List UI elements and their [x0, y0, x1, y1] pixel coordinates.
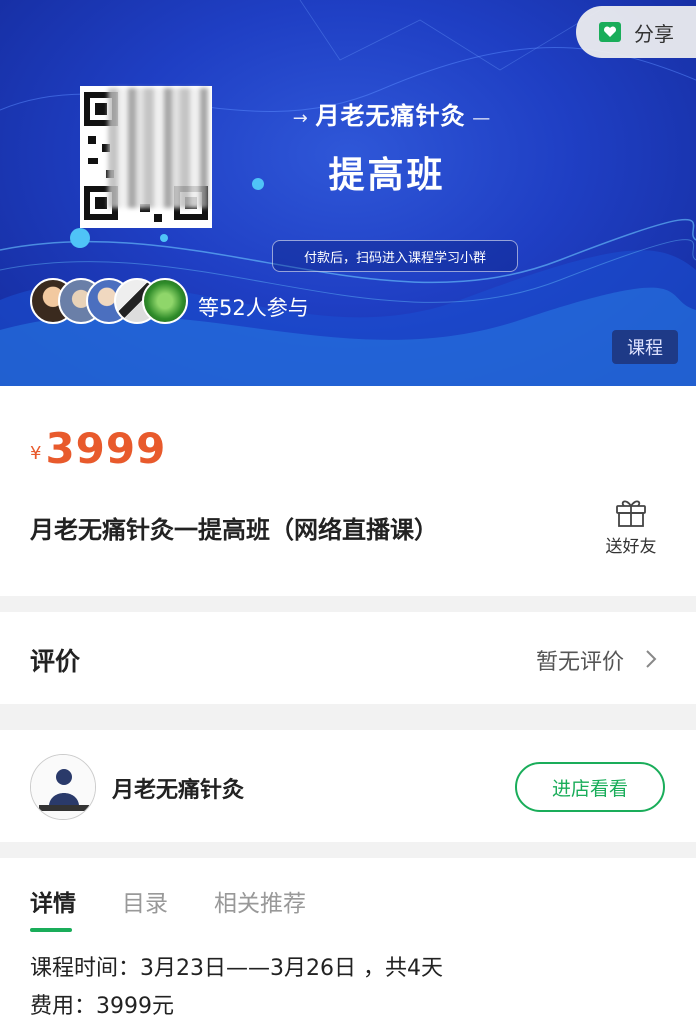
currency-symbol: ¥ — [30, 443, 42, 464]
participants-count: 等52人参与 — [198, 296, 309, 320]
visit-store-button[interactable]: 进店看看 — [515, 762, 665, 812]
review-status: 暂无评价 — [535, 650, 624, 675]
banner-note: 付款后，扫码进入课程学习小群 — [272, 240, 518, 272]
share-heart-icon — [599, 22, 621, 42]
send-to-friend-button[interactable]: 送好友 — [596, 496, 666, 557]
detail-section: 详情 目录 相关推荐 课程时间：3月23日——3月26日 ，共4天 费用：399… — [0, 858, 696, 1024]
price: ¥3999 — [30, 424, 166, 473]
course-title: 月老无痛针灸一提高班（网络直播课） — [30, 516, 438, 544]
tab-details[interactable]: 详情 — [30, 884, 76, 932]
gift-label: 送好友 — [605, 537, 657, 557]
course-fee: 费用：3999元 — [30, 994, 174, 1019]
qr-blur-overlay — [108, 88, 208, 208]
course-tag: 课程 — [612, 330, 678, 364]
banner-title: → 月老无痛针灸 — — [292, 102, 492, 130]
banner-main-title: 提高班 — [328, 155, 446, 196]
participant-avatars — [30, 278, 188, 326]
review-title: 评价 — [30, 647, 81, 676]
tab-catalog[interactable]: 目录 — [122, 884, 168, 932]
share-label: 分享 — [634, 21, 674, 46]
chevron-right-icon — [646, 650, 657, 668]
tab-related[interactable]: 相关推荐 — [214, 884, 306, 932]
avatar — [142, 278, 188, 324]
course-banner: 分享 → 月老无痛针灸 — 提高班 付款后，扫码进入课程学习小群 等52人参与 … — [0, 0, 696, 386]
product-info: ¥3999 月老无痛针灸一提高班（网络直播课） 送好友 — [0, 386, 696, 596]
decor-dot — [160, 234, 168, 242]
course-time: 课程时间：3月23日——3月26日 ，共4天 — [30, 956, 443, 981]
store-name: 月老无痛针灸 — [112, 778, 245, 803]
share-button[interactable]: 分享 — [576, 6, 696, 58]
price-amount: 3999 — [45, 424, 167, 473]
decor-dot — [70, 228, 90, 248]
store-avatar[interactable] — [30, 754, 96, 820]
store-row: 月老无痛针灸 进店看看 — [0, 730, 696, 842]
gift-icon — [616, 500, 646, 527]
banner-note-text: 付款后，扫码进入课程学习小群 — [303, 250, 486, 266]
banner-title-text: 月老无痛针灸 — [315, 102, 466, 130]
review-row[interactable]: 评价 暂无评价 — [0, 612, 696, 704]
detail-tabs: 详情 目录 相关推荐 — [30, 884, 306, 932]
